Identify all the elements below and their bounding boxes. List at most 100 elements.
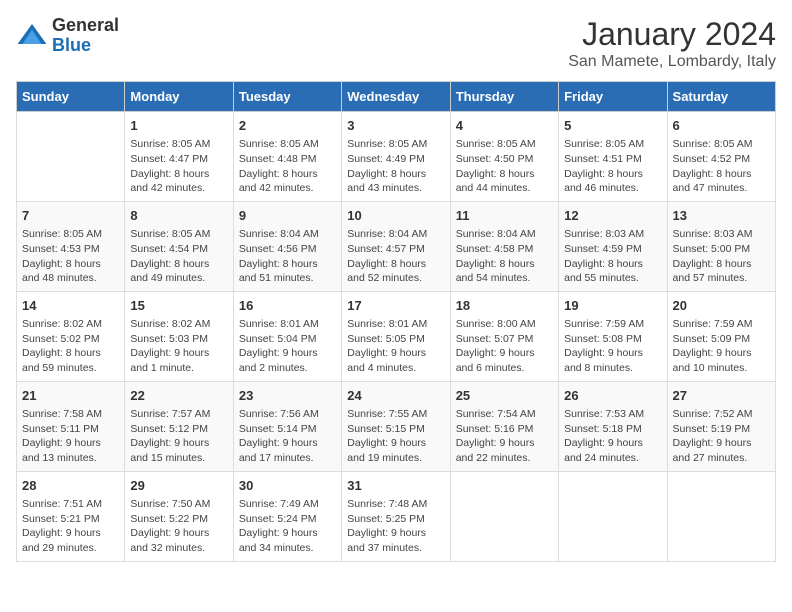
week-row-5: 28 Sunrise: 7:51 AMSunset: 5:21 PMDayligh… <box>17 471 776 561</box>
day-cell: 2 Sunrise: 8:05 AMSunset: 4:48 PMDaylight… <box>233 112 341 202</box>
day-info: Sunrise: 8:04 AMSunset: 4:57 PMDaylight:… <box>347 227 444 286</box>
day-number: 31 <box>347 477 444 495</box>
day-cell: 21 Sunrise: 7:58 AMSunset: 5:11 PMDayligh… <box>17 381 125 471</box>
col-header-sunday: Sunday <box>17 82 125 112</box>
day-cell: 12 Sunrise: 8:03 AMSunset: 4:59 PMDayligh… <box>559 201 667 291</box>
day-info: Sunrise: 8:01 AMSunset: 5:05 PMDaylight:… <box>347 317 444 376</box>
day-cell: 13 Sunrise: 8:03 AMSunset: 5:00 PMDayligh… <box>667 201 775 291</box>
day-cell: 6 Sunrise: 8:05 AMSunset: 4:52 PMDaylight… <box>667 112 775 202</box>
week-row-1: 1 Sunrise: 8:05 AMSunset: 4:47 PMDaylight… <box>17 112 776 202</box>
day-number: 2 <box>239 117 336 135</box>
day-info: Sunrise: 7:54 AMSunset: 5:16 PMDaylight:… <box>456 407 553 466</box>
day-cell: 29Sunrise: 7:50 AMSunset: 5:22 PMDayligh… <box>125 471 233 561</box>
day-number: 10 <box>347 207 444 225</box>
day-info: Sunrise: 8:05 AMSunset: 4:51 PMDaylight:… <box>564 137 661 196</box>
day-cell: 27Sunrise: 7:52 AMSunset: 5:19 PMDayligh… <box>667 381 775 471</box>
day-info: Sunrise: 8:02 AMSunset: 5:02 PMDaylight:… <box>22 317 119 376</box>
day-info: Sunrise: 8:00 AMSunset: 5:07 PMDaylight:… <box>456 317 553 376</box>
logo-blue-text: Blue <box>52 36 119 56</box>
day-number: 15 <box>130 297 227 315</box>
day-number: 28 <box>22 477 119 495</box>
header: General Blue January 2024 San Mamete, Lo… <box>16 16 776 71</box>
day-info: Sunrise: 8:05 AMSunset: 4:54 PMDaylight:… <box>130 227 227 286</box>
day-info: Sunrise: 7:58 AMSunset: 5:11 PMDaylight:… <box>22 407 119 466</box>
logo-general-text: General <box>52 16 119 36</box>
day-number: 17 <box>347 297 444 315</box>
day-number: 25 <box>456 387 553 405</box>
day-number: 5 <box>564 117 661 135</box>
day-cell: 9Sunrise: 8:04 AMSunset: 4:56 PMDaylight… <box>233 201 341 291</box>
day-cell: 30 Sunrise: 7:49 AMSunset: 5:24 PMDayligh… <box>233 471 341 561</box>
day-number: 6 <box>673 117 770 135</box>
day-cell: 5 Sunrise: 8:05 AMSunset: 4:51 PMDaylight… <box>559 112 667 202</box>
col-header-tuesday: Tuesday <box>233 82 341 112</box>
day-cell: 15Sunrise: 8:02 AMSunset: 5:03 PMDayligh… <box>125 291 233 381</box>
day-cell: 31 Sunrise: 7:48 AMSunset: 5:25 PMDayligh… <box>342 471 450 561</box>
day-number: 9 <box>239 207 336 225</box>
day-cell: 16 Sunrise: 8:01 AMSunset: 5:04 PMDayligh… <box>233 291 341 381</box>
day-cell: 7Sunrise: 8:05 AMSunset: 4:53 PMDaylight… <box>17 201 125 291</box>
day-number: 8 <box>130 207 227 225</box>
week-row-3: 14Sunrise: 8:02 AMSunset: 5:02 PMDayligh… <box>17 291 776 381</box>
col-header-saturday: Saturday <box>667 82 775 112</box>
day-info: Sunrise: 8:04 AMSunset: 4:58 PMDaylight:… <box>456 227 553 286</box>
day-number: 16 <box>239 297 336 315</box>
col-header-friday: Friday <box>559 82 667 112</box>
day-cell: 11Sunrise: 8:04 AMSunset: 4:58 PMDayligh… <box>450 201 558 291</box>
day-number: 18 <box>456 297 553 315</box>
day-cell: 3 Sunrise: 8:05 AMSunset: 4:49 PMDaylight… <box>342 112 450 202</box>
month-title: January 2024 <box>568 16 776 53</box>
day-info: Sunrise: 8:03 AMSunset: 5:00 PMDaylight:… <box>673 227 770 286</box>
day-number: 20 <box>673 297 770 315</box>
day-cell: 28 Sunrise: 7:51 AMSunset: 5:21 PMDayligh… <box>17 471 125 561</box>
day-number: 4 <box>456 117 553 135</box>
day-cell <box>667 471 775 561</box>
week-row-4: 21 Sunrise: 7:58 AMSunset: 5:11 PMDayligh… <box>17 381 776 471</box>
day-cell <box>450 471 558 561</box>
col-header-wednesday: Wednesday <box>342 82 450 112</box>
day-number: 19 <box>564 297 661 315</box>
title-area: January 2024 San Mamete, Lombardy, Italy <box>568 16 776 71</box>
day-cell: 20Sunrise: 7:59 AMSunset: 5:09 PMDayligh… <box>667 291 775 381</box>
day-info: Sunrise: 8:03 AMSunset: 4:59 PMDaylight:… <box>564 227 661 286</box>
day-cell: 23Sunrise: 7:56 AMSunset: 5:14 PMDayligh… <box>233 381 341 471</box>
day-cell: 19 Sunrise: 7:59 AMSunset: 5:08 PMDayligh… <box>559 291 667 381</box>
day-info: Sunrise: 7:53 AMSunset: 5:18 PMDaylight:… <box>564 407 661 466</box>
day-info: Sunrise: 8:01 AMSunset: 5:04 PMDaylight:… <box>239 317 336 376</box>
day-cell: 25 Sunrise: 7:54 AMSunset: 5:16 PMDayligh… <box>450 381 558 471</box>
day-cell: 8 Sunrise: 8:05 AMSunset: 4:54 PMDaylight… <box>125 201 233 291</box>
day-cell: 10 Sunrise: 8:04 AMSunset: 4:57 PMDayligh… <box>342 201 450 291</box>
day-info: Sunrise: 7:49 AMSunset: 5:24 PMDaylight:… <box>239 497 336 556</box>
day-info: Sunrise: 8:05 AMSunset: 4:49 PMDaylight:… <box>347 137 444 196</box>
day-info: Sunrise: 7:59 AMSunset: 5:08 PMDaylight:… <box>564 317 661 376</box>
day-number: 21 <box>22 387 119 405</box>
day-cell: 22Sunrise: 7:57 AMSunset: 5:12 PMDayligh… <box>125 381 233 471</box>
day-number: 12 <box>564 207 661 225</box>
location-title: San Mamete, Lombardy, Italy <box>568 53 776 71</box>
day-number: 13 <box>673 207 770 225</box>
day-cell <box>559 471 667 561</box>
calendar-table: SundayMondayTuesdayWednesdayThursdayFrid… <box>16 81 776 562</box>
day-cell <box>17 112 125 202</box>
col-header-monday: Monday <box>125 82 233 112</box>
day-info: Sunrise: 8:05 AMSunset: 4:47 PMDaylight:… <box>130 137 227 196</box>
day-info: Sunrise: 7:57 AMSunset: 5:12 PMDaylight:… <box>130 407 227 466</box>
header-row: SundayMondayTuesdayWednesdayThursdayFrid… <box>17 82 776 112</box>
day-number: 1 <box>130 117 227 135</box>
day-number: 7 <box>22 207 119 225</box>
day-info: Sunrise: 7:51 AMSunset: 5:21 PMDaylight:… <box>22 497 119 556</box>
day-info: Sunrise: 7:55 AMSunset: 5:15 PMDaylight:… <box>347 407 444 466</box>
day-cell: 24Sunrise: 7:55 AMSunset: 5:15 PMDayligh… <box>342 381 450 471</box>
day-cell: 26Sunrise: 7:53 AMSunset: 5:18 PMDayligh… <box>559 381 667 471</box>
day-cell: 4Sunrise: 8:05 AMSunset: 4:50 PMDaylight… <box>450 112 558 202</box>
day-cell: 1 Sunrise: 8:05 AMSunset: 4:47 PMDaylight… <box>125 112 233 202</box>
day-info: Sunrise: 8:05 AMSunset: 4:48 PMDaylight:… <box>239 137 336 196</box>
day-number: 30 <box>239 477 336 495</box>
day-info: Sunrise: 7:48 AMSunset: 5:25 PMDaylight:… <box>347 497 444 556</box>
day-number: 3 <box>347 117 444 135</box>
logo-icon <box>16 20 48 52</box>
day-cell: 18 Sunrise: 8:00 AMSunset: 5:07 PMDayligh… <box>450 291 558 381</box>
col-header-thursday: Thursday <box>450 82 558 112</box>
day-info: Sunrise: 7:56 AMSunset: 5:14 PMDaylight:… <box>239 407 336 466</box>
day-info: Sunrise: 8:05 AMSunset: 4:52 PMDaylight:… <box>673 137 770 196</box>
